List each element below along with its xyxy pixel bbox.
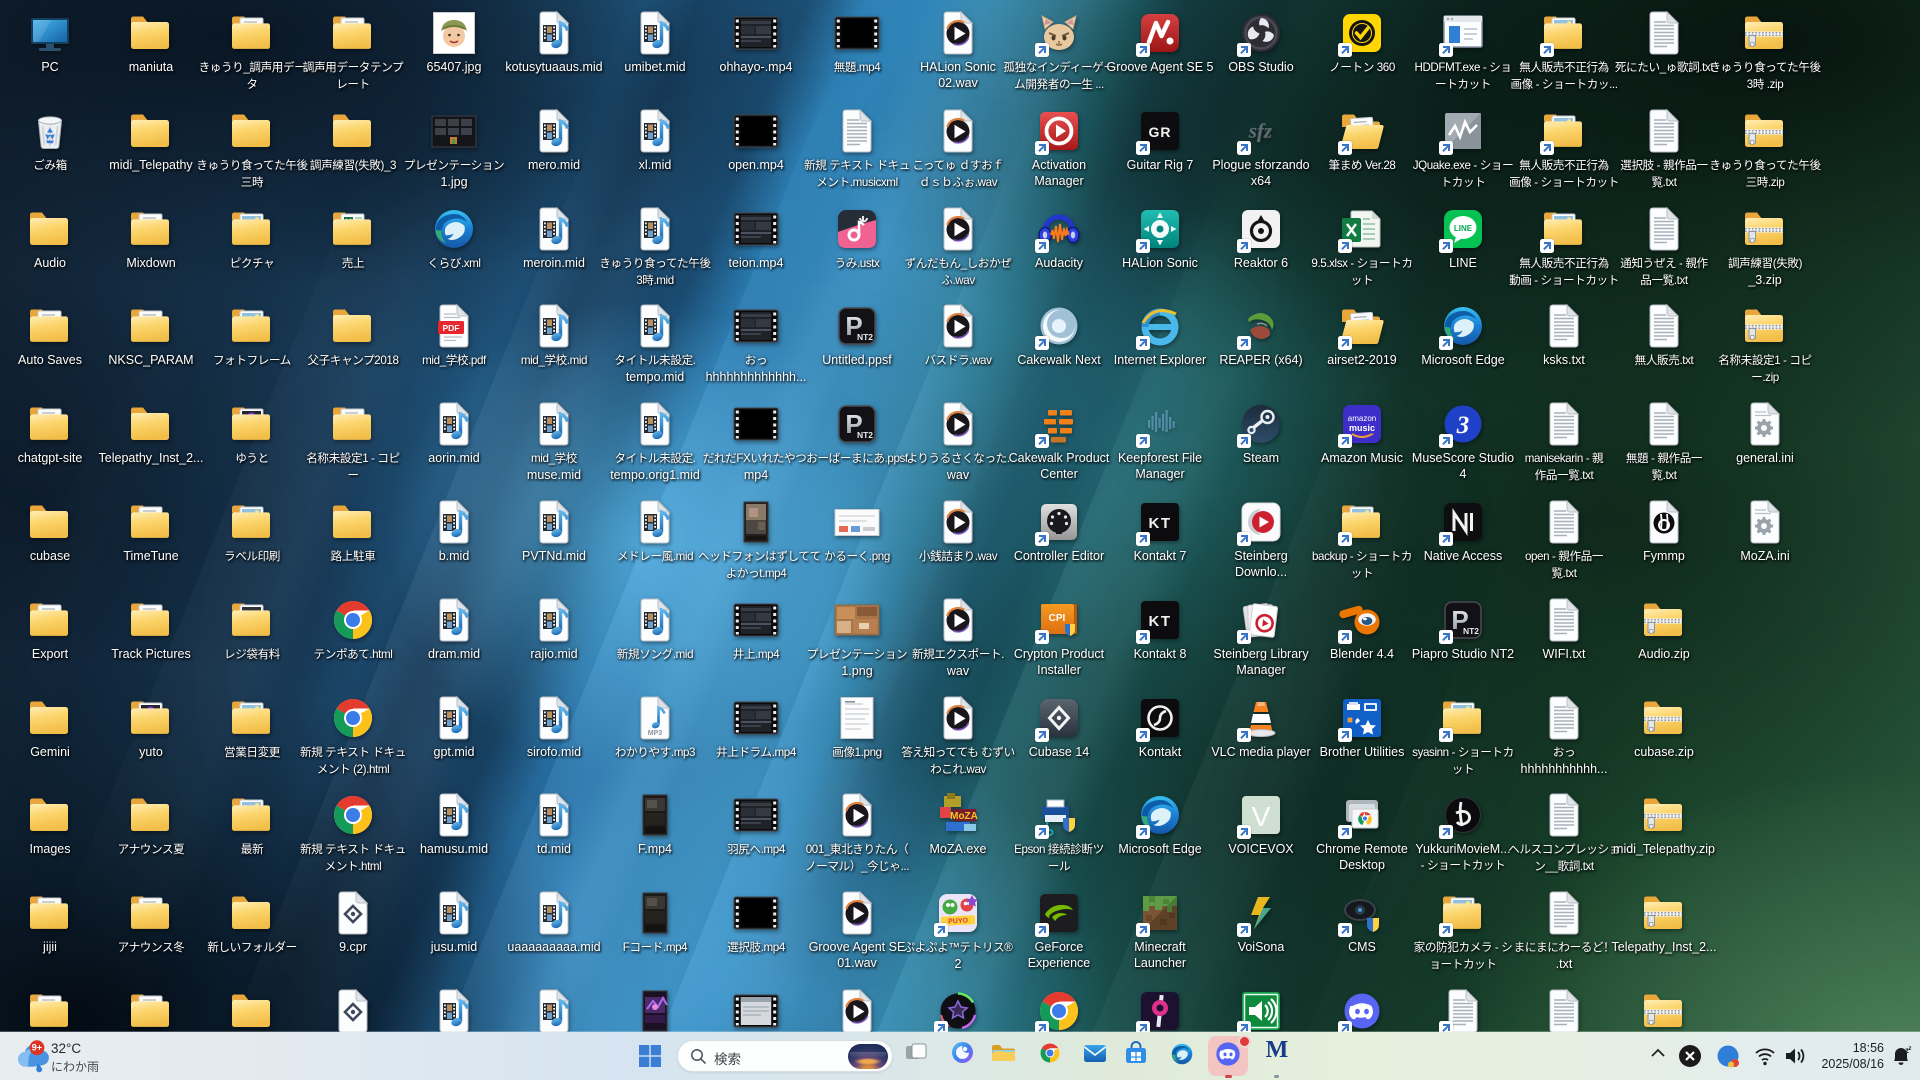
svg-text:z: z [1909,1046,1912,1052]
svg-text:9+: 9+ [32,1043,43,1053]
